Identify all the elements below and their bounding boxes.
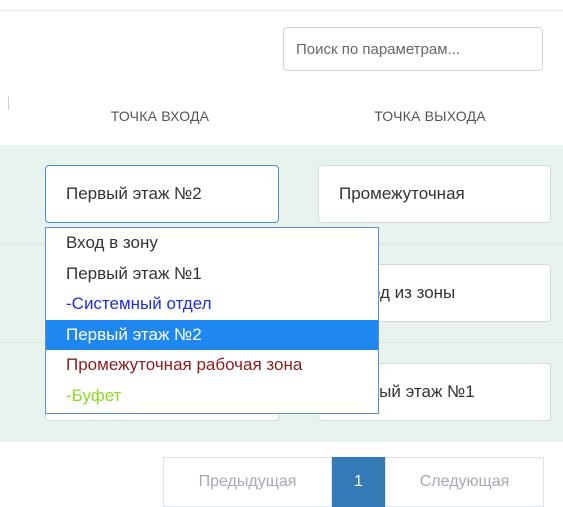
- column-divider: [8, 96, 9, 110]
- pagination-page-1[interactable]: 1: [332, 457, 385, 507]
- dropdown-option[interactable]: Первый этаж №1: [46, 259, 378, 290]
- dropdown-option[interactable]: -Системный отдел: [46, 289, 378, 320]
- dropdown-option-selected[interactable]: Первый этаж №2: [46, 319, 378, 350]
- column-header-exit: ТОЧКА ВЫХОДА: [374, 108, 486, 124]
- dropdown-option[interactable]: -Буфет: [46, 381, 378, 412]
- top-divider: [0, 10, 563, 11]
- dropdown-option[interactable]: Вход в зону: [46, 228, 378, 259]
- dropdown-option[interactable]: Промежуточная рабочая зона: [46, 350, 378, 381]
- entry-point-dropdown-list: Вход в зону Первый этаж №1 -Системный от…: [45, 227, 379, 414]
- column-header-entry: ТОЧКА ВХОДА: [110, 108, 210, 124]
- exit-point-select[interactable]: Промежуточная: [318, 165, 551, 223]
- search-input[interactable]: [283, 27, 543, 71]
- entry-point-select[interactable]: Первый этаж №2: [45, 165, 279, 223]
- pagination-next-button[interactable]: Следующая: [385, 457, 544, 507]
- pagination-prev-button[interactable]: Предыдущая: [163, 457, 332, 507]
